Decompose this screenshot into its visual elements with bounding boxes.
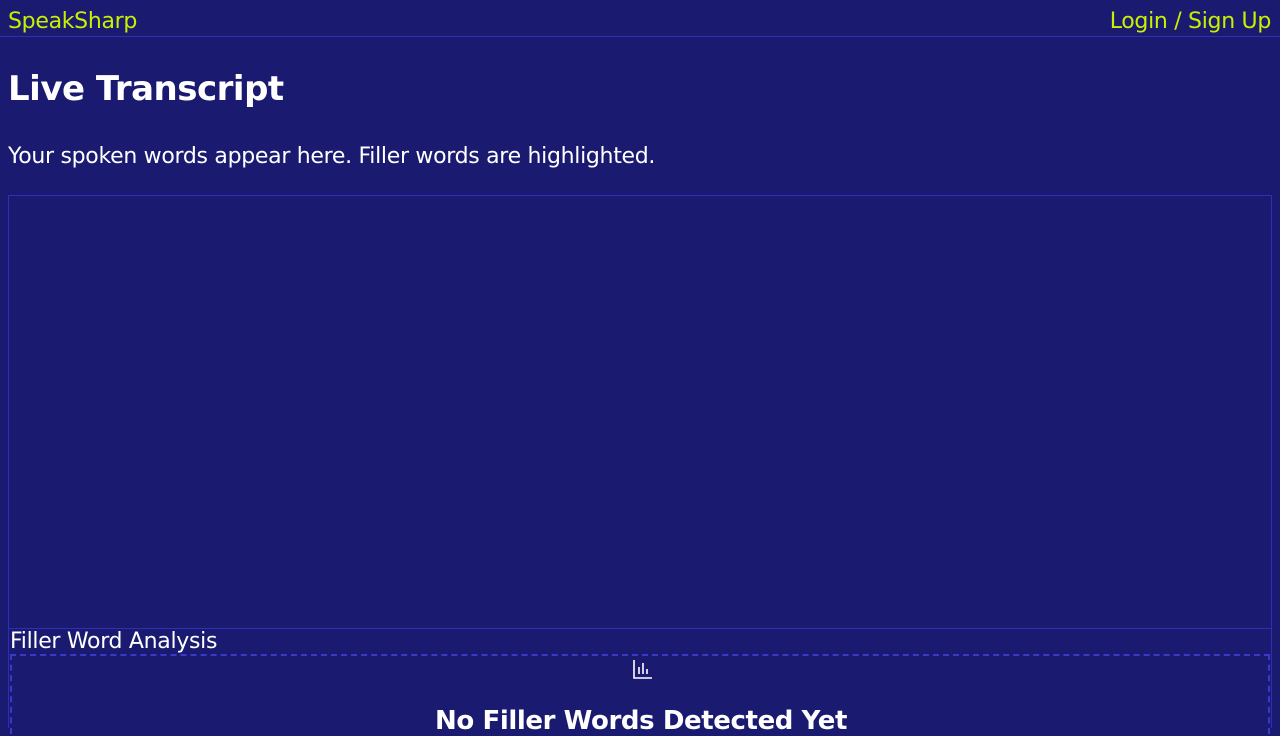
login-signup-link[interactable]: Login / Sign Up [1110,8,1272,36]
filler-analysis-section: Filler Word Analysis No Filler Words Det… [8,628,1272,736]
page-subtitle: Your spoken words appear here. Filler wo… [8,144,656,169]
empty-state-heading: No Filler Words Detected Yet [435,706,847,736]
empty-state-panel: No Filler Words Detected Yet [10,654,1270,736]
brand-link[interactable]: SpeakSharp [8,8,137,36]
top-navbar: SpeakSharp Login / Sign Up [0,0,1280,37]
transcript-area[interactable] [8,195,1272,629]
page-title: Live Transcript [8,69,284,109]
analysis-title: Filler Word Analysis [10,629,218,654]
bar-chart-icon [632,658,654,680]
